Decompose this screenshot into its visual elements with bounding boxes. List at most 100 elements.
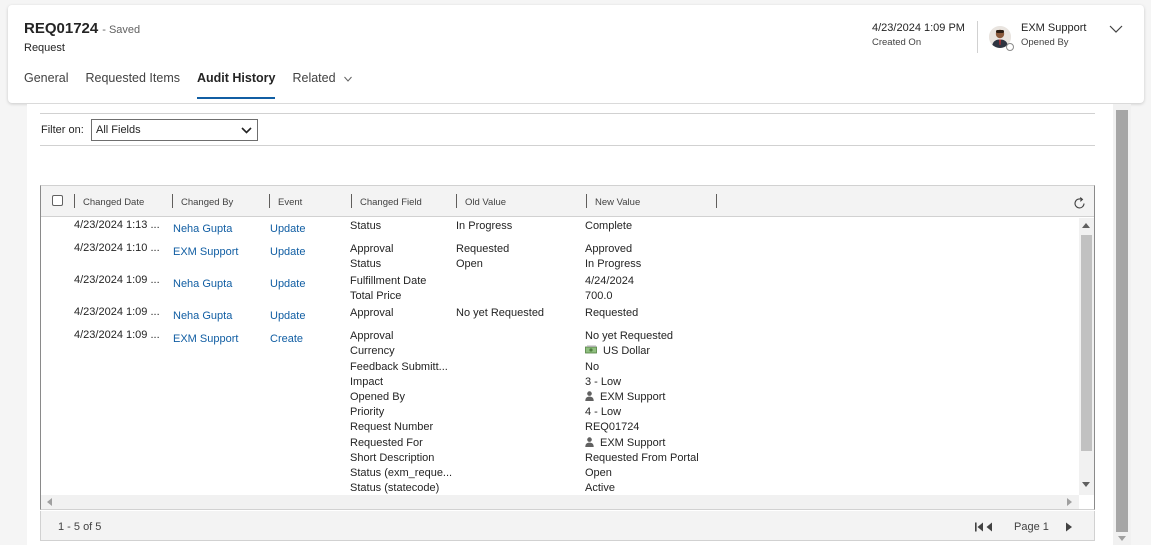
scroll-up-arrow-icon[interactable] (1082, 223, 1090, 228)
event-link[interactable]: Update (270, 277, 305, 292)
column-header-new-value[interactable]: New Value (595, 197, 640, 208)
new-value-cell: Active (585, 482, 615, 494)
created-on-label: Created On (872, 37, 922, 48)
tab-list: General Requested Items Audit History Re… (24, 71, 370, 99)
new-value-cell: 700.0 (585, 290, 613, 302)
changed-date-cell: 4/23/2024 1:09 ... (74, 306, 160, 318)
changed-by-link[interactable]: Neha Gupta (173, 222, 232, 237)
first-page-icon[interactable] (974, 521, 994, 533)
new-value-cell: EXM Support (585, 390, 665, 405)
chevron-down-icon (241, 127, 252, 134)
filter-label: Filter on: (41, 124, 84, 136)
tab-related[interactable]: Related (292, 71, 353, 93)
column-separator[interactable] (716, 194, 717, 208)
column-separator[interactable] (351, 194, 352, 208)
grid-vertical-scrollbar[interactable] (1079, 218, 1094, 495)
presence-status-icon (1006, 43, 1014, 51)
page-vertical-scrollbar[interactable] (1113, 104, 1131, 545)
changed-by-link[interactable]: Neha Gupta (173, 309, 232, 324)
new-value-cell: REQ01724 (585, 421, 640, 433)
user-icon (585, 437, 594, 447)
record-number: REQ01724 (24, 20, 99, 37)
opened-by-link[interactable]: EXM Support (1021, 22, 1086, 34)
column-separator[interactable] (172, 194, 173, 208)
changed-date-cell: 4/23/2024 1:09 ... (74, 274, 160, 286)
new-value-cell: US Dollar (585, 344, 650, 359)
changed-field-cell: Approval (350, 243, 394, 255)
new-value-cell: No yet Requested (585, 330, 674, 342)
changed-by-link[interactable]: EXM Support (173, 245, 238, 260)
tab-audit-history[interactable]: Audit History (196, 71, 276, 99)
changed-field-cell: Status (statecode) (350, 482, 440, 494)
event-link[interactable]: Update (270, 309, 305, 324)
chevron-down-icon (344, 76, 352, 82)
column-header-changed-date[interactable]: Changed Date (83, 197, 144, 208)
currency-value: US Dollar (603, 345, 651, 357)
changed-field-cell: Status (350, 258, 382, 270)
scrollbar-thumb[interactable] (1116, 110, 1128, 532)
refresh-icon[interactable] (1072, 196, 1087, 211)
scroll-down-arrow-icon[interactable] (1082, 482, 1090, 487)
changed-field-cell: Short Description (350, 452, 435, 464)
scroll-down-arrow-icon[interactable] (1118, 536, 1126, 541)
new-value-cell: Complete (585, 220, 633, 232)
user-value: EXM Support (600, 391, 666, 403)
created-on-value: 4/23/2024 1:09 PM (872, 22, 965, 34)
tab-general[interactable]: General (24, 71, 68, 93)
scroll-left-arrow-icon[interactable] (47, 498, 52, 506)
old-value-cell: No yet Requested (456, 307, 545, 319)
changed-field-cell: Total Price (350, 290, 402, 302)
created-on-field: 4/23/2024 1:09 PM Created On (872, 22, 965, 48)
column-header-changed-field[interactable]: Changed Field (360, 197, 422, 208)
changed-field-cell: Currency (350, 345, 395, 357)
tab-related-label: Related (292, 71, 336, 85)
new-value-cell: In Progress (585, 258, 642, 270)
changed-field-cell: Impact (350, 376, 384, 388)
old-value-cell: Open (456, 258, 483, 270)
opened-by-field: EXM Support Opened By (1021, 22, 1086, 48)
chevron-down-icon[interactable] (1108, 21, 1124, 37)
grid-horizontal-scrollbar[interactable] (41, 495, 1079, 509)
record-title: REQ01724- Saved (24, 20, 140, 37)
save-status: - Saved (102, 24, 141, 36)
event-link[interactable]: Update (270, 222, 305, 237)
column-separator[interactable] (586, 194, 587, 208)
changed-date-cell: 4/23/2024 1:13 ... (74, 219, 160, 231)
column-separator[interactable] (269, 194, 270, 208)
event-link[interactable]: Create (270, 332, 303, 347)
page: REQ01724- Saved Request 4/23/2024 1:09 P… (0, 0, 1151, 545)
column-header-event[interactable]: Event (278, 197, 302, 208)
column-header-changed-by[interactable]: Changed By (181, 197, 233, 208)
scroll-right-arrow-icon[interactable] (1067, 498, 1072, 506)
header-divider (977, 21, 978, 53)
new-value-cell: No (585, 361, 600, 373)
new-value-cell: 3 - Low (585, 376, 622, 388)
record-count: 1 - 5 of 5 (58, 521, 102, 533)
page-label: Page 1 (1014, 521, 1049, 533)
new-value-cell: Requested From Portal (585, 452, 699, 464)
scrollbar-thumb[interactable] (1081, 235, 1092, 451)
select-all-checkbox[interactable] (52, 195, 63, 206)
event-link[interactable]: Update (270, 245, 305, 260)
changed-by-link[interactable]: EXM Support (173, 332, 238, 347)
changed-field-cell: Request Number (350, 421, 434, 433)
changed-field-cell: Priority (350, 406, 385, 418)
tab-requested-items[interactable]: Requested Items (85, 71, 180, 93)
changed-field-cell: Approval (350, 307, 394, 319)
changed-field-cell: Status (350, 220, 382, 232)
changed-field-cell: Fulfillment Date (350, 275, 427, 287)
column-separator[interactable] (456, 194, 457, 208)
changed-field-cell: Status (exm_reque... (350, 467, 453, 479)
changed-field-cell: Feedback Submitt... (350, 361, 448, 373)
audit-grid: Changed Date Changed By Event Changed Fi… (40, 185, 1095, 510)
changed-by-link[interactable]: Neha Gupta (173, 277, 232, 292)
grid-header: Changed Date Changed By Event Changed Fi… (41, 186, 1094, 217)
new-value-cell: 4/24/2024 (585, 275, 634, 287)
column-separator[interactable] (74, 194, 75, 208)
filter-select[interactable]: All Fields (91, 119, 258, 141)
divider (40, 113, 1095, 114)
column-header-old-value[interactable]: Old Value (465, 197, 506, 208)
next-page-icon[interactable] (1064, 521, 1074, 533)
divider (40, 145, 1095, 146)
old-value-cell: In Progress (456, 220, 513, 232)
